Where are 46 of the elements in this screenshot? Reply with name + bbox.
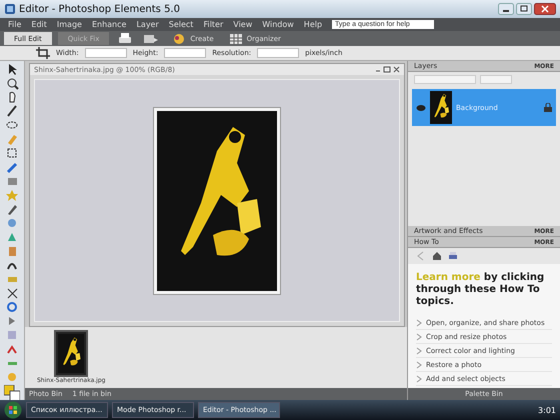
menu-item[interactable]: Enhance [92, 20, 126, 29]
bullet-icon [416, 360, 422, 368]
menu-item[interactable]: Select [168, 20, 194, 29]
bullet-icon [416, 318, 422, 326]
window-controls-icon[interactable] [374, 65, 400, 74]
crop-tool-icon[interactable] [36, 47, 50, 59]
circle-tool-icon[interactable] [6, 301, 18, 314]
star-tool-icon[interactable] [6, 189, 18, 202]
bullet-icon [416, 346, 422, 354]
blend-mode-field[interactable] [414, 75, 476, 84]
menu-item[interactable]: Layer [136, 20, 159, 29]
start-icon[interactable] [4, 401, 22, 419]
menu-item[interactable]: View [233, 20, 252, 29]
how-to-intro: Learn more by clicking through these How To topics. [416, 272, 546, 308]
brush-tool-icon[interactable] [6, 161, 18, 174]
clock: 3:01 [538, 406, 556, 414]
dot-tool-icon[interactable] [6, 371, 18, 384]
menu-item[interactable]: Filter [203, 20, 224, 29]
eyedropper-tool-icon[interactable] [6, 105, 18, 118]
menu-item[interactable]: Window [262, 20, 294, 29]
menu-item[interactable]: Image [56, 20, 82, 29]
app-icon [4, 3, 16, 15]
bullet-icon [416, 332, 422, 340]
bullet-icon [416, 374, 422, 382]
opacity-field[interactable] [480, 75, 512, 84]
menu-item[interactable]: File [8, 20, 22, 29]
thumbnail[interactable] [54, 330, 88, 377]
cross-tool-icon[interactable] [6, 287, 18, 300]
option-field[interactable] [257, 48, 300, 58]
zoom-tool-icon[interactable] [6, 77, 18, 90]
window-title: Editor - Photoshop Elements 5.0 [19, 4, 181, 14]
printer-icon[interactable] [448, 251, 458, 261]
maximize-icon[interactable] [516, 3, 532, 15]
caret-tool-icon[interactable] [6, 343, 18, 356]
printer-icon[interactable] [117, 32, 134, 46]
artwork-drawing [58, 334, 84, 373]
close-icon[interactable] [534, 3, 556, 15]
eye-icon[interactable] [416, 104, 426, 112]
option-field[interactable] [84, 48, 127, 58]
menu-item[interactable]: Help [304, 20, 322, 29]
option-field[interactable] [164, 48, 206, 58]
home-icon[interactable] [432, 251, 442, 261]
rectangle-tool-icon[interactable] [6, 175, 18, 188]
menu-item[interactable]: Edit [31, 20, 47, 29]
minimize-icon[interactable] [498, 3, 514, 15]
selection-tool-icon[interactable] [6, 147, 18, 160]
